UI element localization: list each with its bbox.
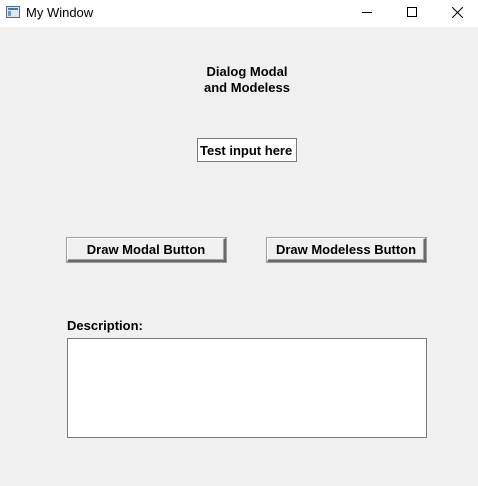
minimize-button[interactable] [344,0,390,26]
close-icon [452,7,463,18]
minimize-icon [362,12,372,13]
window-title: My Window [26,5,94,20]
draw-modeless-button[interactable]: Draw Modeless Button [267,238,426,262]
close-button[interactable] [434,0,478,26]
heading-line-1: Dialog Modal [206,64,288,79]
description-textarea[interactable] [67,338,427,438]
description-label: Description: [67,318,143,333]
draw-modal-button[interactable]: Draw Modal Button [67,238,226,262]
maximize-button[interactable] [389,0,435,26]
title-bar[interactable]: My Window [0,0,478,27]
app-window-icon [6,6,20,18]
maximize-icon [407,7,417,17]
test-input-field[interactable] [197,138,297,162]
heading-line-2: and Modeless [204,80,290,95]
main-window: My Window Dialog Modal and Modeless Draw… [0,0,478,486]
dialog-heading: Dialog Modal and Modeless [147,64,347,96]
